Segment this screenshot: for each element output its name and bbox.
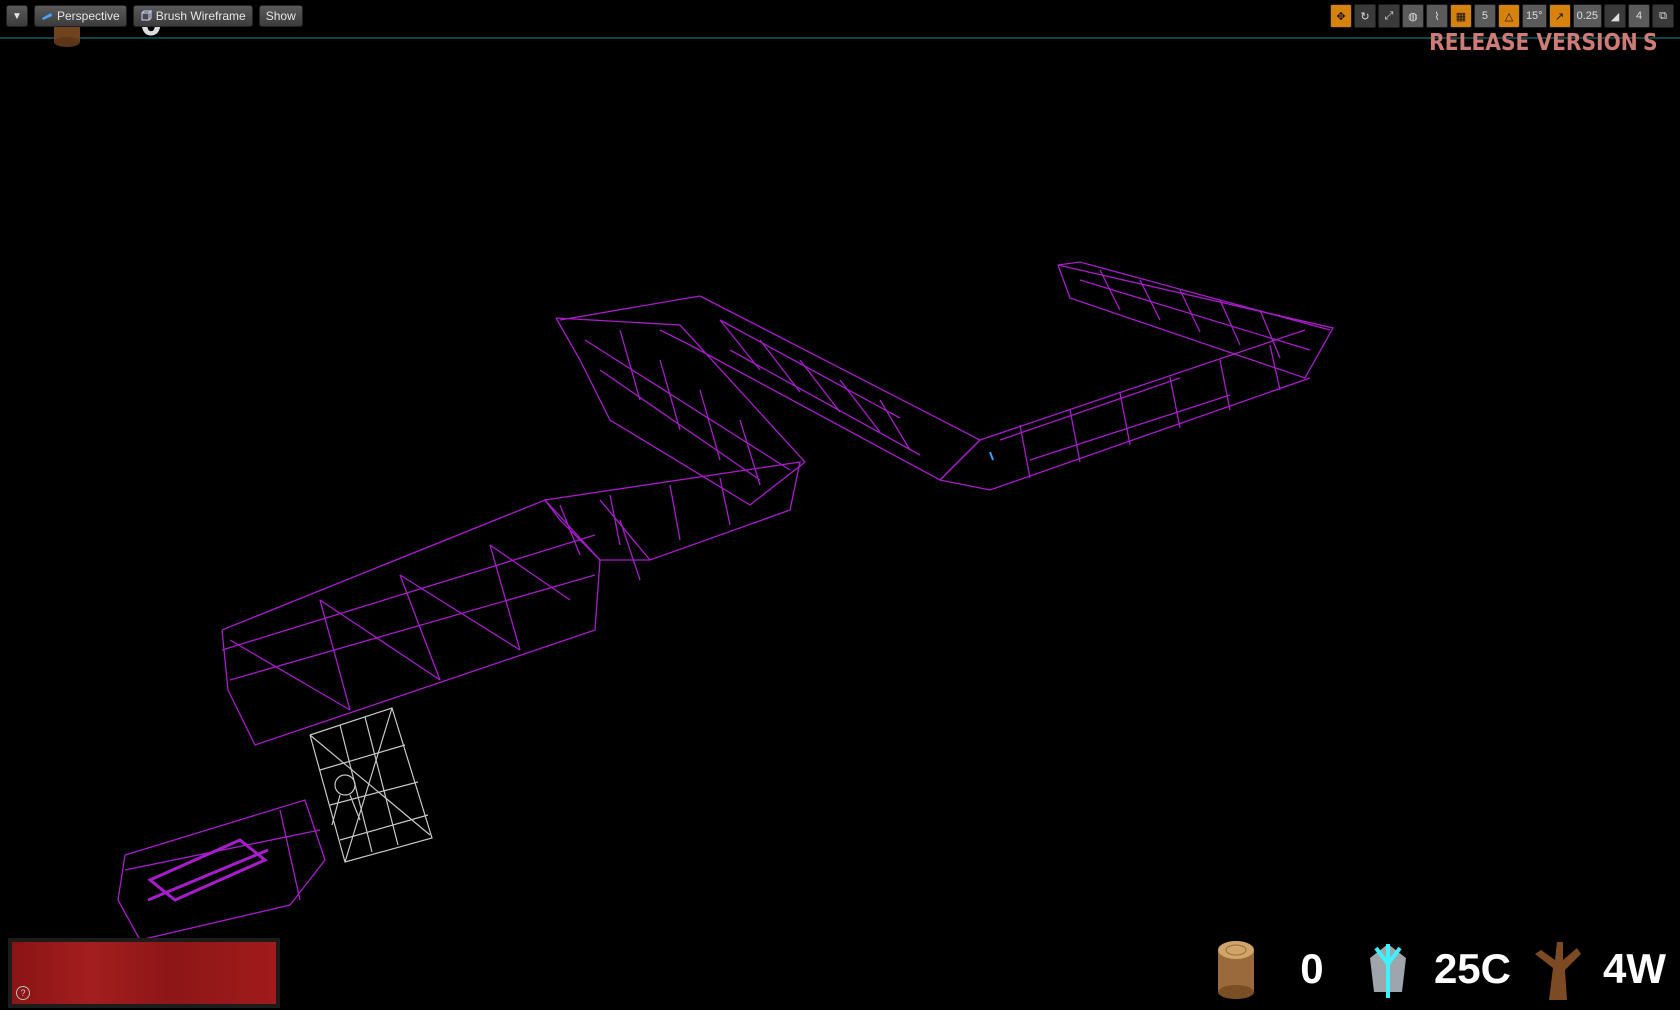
camera-speed-button[interactable]: ◢ <box>1604 4 1626 28</box>
grid-icon: ▦ <box>1455 10 1467 23</box>
show-button[interactable]: Show <box>258 5 303 27</box>
release-version-text: RELEASE VERSION <box>1429 30 1639 56</box>
surface-snap-icon: ⌇ <box>1434 10 1440 23</box>
chevron-down-icon: ▼ <box>12 10 22 22</box>
viewport-toolbar-right: ✥ ↻ ⤢ ◍ ⌇ ▦ 5 △ 15° ↗ 0.25 ◢ 4 ⧉ <box>1329 4 1674 28</box>
maximize-viewport-button[interactable]: ⧉ <box>1652 4 1674 28</box>
scale-snap-value[interactable]: 0.25 <box>1572 4 1602 28</box>
maximize-icon: ⧉ <box>1659 9 1667 22</box>
health-bar: ? <box>12 942 276 1004</box>
view-mode-button[interactable]: Brush Wireframe <box>132 5 253 27</box>
health-panel: ? <box>8 938 280 1008</box>
wireframe-cube-icon <box>141 10 152 21</box>
horizon-line <box>0 37 1680 39</box>
level-viewport[interactable] <box>0 0 1680 1010</box>
view-mode-label: Brush Wireframe <box>155 9 246 23</box>
rotation-snap-button[interactable]: △ <box>1497 4 1520 28</box>
scale-tool-button[interactable]: ⤢ <box>1377 4 1400 28</box>
help-icon[interactable]: ? <box>16 986 30 1000</box>
world-local-button[interactable]: ◍ <box>1401 4 1424 28</box>
grid-snap-button[interactable]: ▦ <box>1449 4 1472 28</box>
angle-icon: △ <box>1504 10 1514 23</box>
scale-snap-icon: ↗ <box>1554 10 1565 23</box>
wood-count: 0 <box>1300 945 1324 992</box>
temperature-value: 25C <box>1433 945 1511 992</box>
grid-size-value[interactable]: 5 <box>1473 4 1496 28</box>
resource-hud: 0 25C 4W <box>1206 934 1666 1004</box>
translate-tool-button[interactable]: ✥ <box>1329 4 1352 28</box>
viewport-menu-button[interactable]: ▼ <box>6 5 28 27</box>
perspective-button[interactable]: Perspective <box>34 5 127 27</box>
globe-icon: ◍ <box>1408 10 1418 23</box>
surface-snap-button[interactable]: ⌇ <box>1425 4 1448 28</box>
tree-trunk-icon <box>1535 942 1581 1000</box>
show-label: Show <box>265 9 296 23</box>
logo-glyph: S <box>1643 30 1658 56</box>
scale-icon: ⤢ <box>1384 9 1394 22</box>
crystal-rune-icon <box>1369 944 1406 998</box>
rotate-icon: ↻ <box>1360 10 1370 23</box>
rotation-snap-value[interactable]: 15° <box>1521 4 1547 28</box>
camera-speed-value[interactable]: 4 <box>1628 4 1650 28</box>
camera-speed-icon: ◢ <box>1610 10 1620 23</box>
camera-icon <box>42 13 52 20</box>
viewport-toolbar-left: ▼ Perspective Brush Wireframe Show <box>6 5 303 27</box>
move-arrows-icon: ✥ <box>1336 10 1346 23</box>
wind-value: 4W <box>1603 945 1666 992</box>
rotate-tool-button[interactable]: ↻ <box>1353 4 1376 28</box>
scale-snap-button[interactable]: ↗ <box>1548 4 1571 28</box>
wood-stump-icon <box>1217 941 1254 999</box>
perspective-label: Perspective <box>57 9 120 23</box>
release-version-watermark: RELEASE VERSION S <box>1430 30 1658 56</box>
